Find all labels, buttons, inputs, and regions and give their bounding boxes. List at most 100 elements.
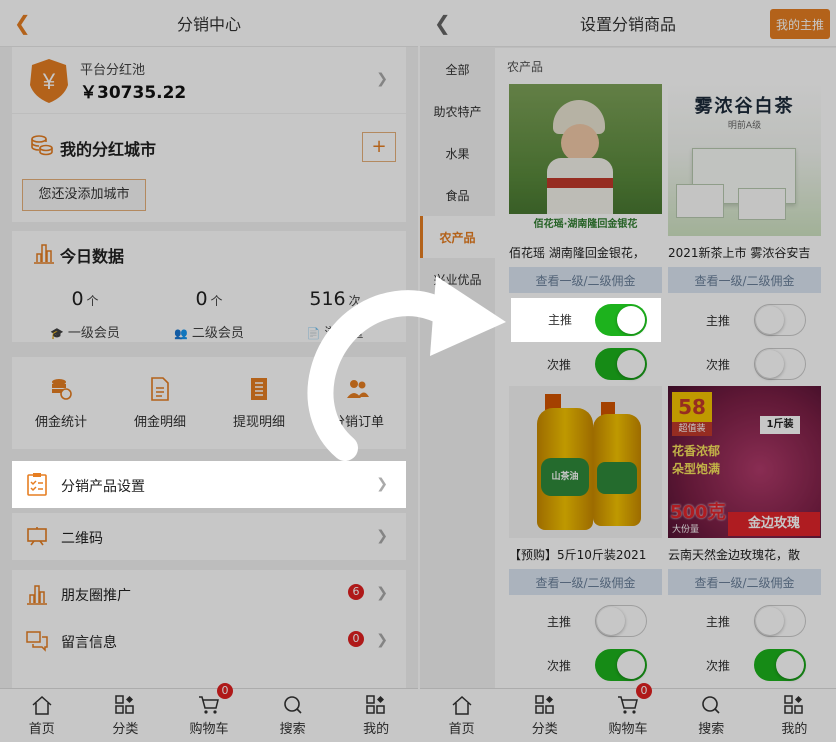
chat-bubbles-icon [26,631,48,652]
withdraw-detail-button[interactable]: 提现明细 [210,357,308,449]
tab-label: 分类 [112,721,139,737]
category-item[interactable]: 水果 [420,132,495,174]
sub-push-row: 次推 [668,649,821,681]
main-push-label: 主推 [706,615,731,629]
main-push-toggle[interactable] [595,304,647,336]
sub-push-label: 次推 [547,358,572,372]
back-chevron-icon[interactable]: ❮ [14,13,31,33]
main-push-label: 主推 [706,314,731,328]
stat-level1: 0个 🎓 一级会员 [30,288,140,341]
product-list: 农产品 佰花瑶·湖南隆回金银花 佰花瑶 湖南隆回金银花， 查看一级/二级佣金 主… [495,48,836,688]
distribution-center-screen: ❮ 分销中心 ¥ 平台分红池 ￥30735.22 ❯ 我的分红城市 + 您还没添… [0,0,418,742]
tab-label: 搜索 [279,721,306,737]
stat-label: 📄 浏览量 [306,326,364,341]
main-push-label: 主推 [548,313,573,327]
main-push-toggle[interactable] [595,605,647,637]
sub-push-label: 次推 [706,358,731,372]
stat-level2: 0个 👥 二级会员 [154,288,264,341]
view-commission-button[interactable]: 查看一级/二级佣金 [668,569,821,595]
category-grid-icon [115,694,135,714]
tab-label: 购物车 [608,721,648,737]
home-icon [32,695,52,715]
yen-glyph: ¥ [42,69,56,94]
tab-cart[interactable]: 0 购物车 [167,683,251,742]
chevron-right-icon: ❯ [376,71,388,87]
stat-value: 0 [195,288,208,310]
tab-home[interactable]: 首页 [0,689,84,742]
category-item-active[interactable]: 农产品 [420,216,495,258]
main-push-row: 主推 [668,304,821,336]
document-icon [151,376,169,401]
ledger-icon [251,377,267,400]
distribution-orders-button[interactable]: 分销订单 [309,357,407,449]
search-icon [283,695,302,714]
chevron-right-icon: ❯ [376,632,388,648]
menu-label: 朋友圈推广 [61,588,131,604]
tab-category[interactable]: 分类 [84,689,168,742]
my-featured-button[interactable]: 我的主推 [770,9,830,39]
users-icon: 👥 [174,327,188,340]
sub-push-toggle[interactable] [595,348,647,380]
category-item[interactable]: 助农特产 [420,90,495,132]
rose-price: 500克 [670,502,726,523]
image-title: 雾浓谷白茶 [694,96,795,117]
clipboard-checklist-icon [27,473,47,496]
sub-push-toggle[interactable] [754,348,806,380]
page-title: 分销中心 [176,15,241,34]
view-commission-button[interactable]: 查看一级/二级佣金 [668,267,821,293]
dividend-pool-card[interactable]: ¥ 平台分红池 ￥30735.22 ❯ [12,47,406,113]
featured-toggle-highlight: 主推 [511,298,661,342]
view-commission-button[interactable]: 查看一级/二级佣金 [509,569,662,595]
add-city-button[interactable]: + [362,132,396,162]
mine-grid-icon [784,694,804,714]
category-item[interactable]: 兴业优品 [420,258,495,300]
nav-bar: ❮ 设置分销商品 我的主推 [420,0,836,47]
category-item[interactable]: 全部 [420,48,495,90]
stat-label: 🎓 一级会员 [50,326,120,341]
sub-push-toggle[interactable] [595,649,647,681]
tab-bar: 首页 分类 0 购物车 搜索 我的 [420,683,836,742]
dividend-city-card: 我的分红城市 + 您还没添加城市 [12,114,406,222]
category-item[interactable]: 食品 [420,174,495,216]
tab-cart[interactable]: 0 购物车 [586,683,669,742]
count-badge: 6 [348,584,364,600]
product-image: 58 超值装 1斤装 花香浓郁 朵型饱满 500克 大份量 金边玫瑰 [668,386,821,538]
tab-category[interactable]: 分类 [503,689,586,742]
no-city-button[interactable]: 您还没添加城市 [22,179,146,211]
main-push-toggle[interactable] [754,605,806,637]
view-commission-button[interactable]: 查看一级/二级佣金 [509,267,662,293]
messages-row[interactable]: 留言信息 0 ❯ [12,617,406,664]
chart-bars-icon [34,244,54,264]
product-image: 山茶油 [509,386,662,538]
tab-mine[interactable]: 我的 [753,689,836,742]
main-push-toggle[interactable] [754,304,806,336]
product-card[interactable]: 山茶油 【预购】5斤10斤装2021 查看一级/二级佣金 [509,386,662,595]
back-chevron-icon[interactable]: ❮ [434,13,451,33]
nav-bar: ❮ 分销中心 [0,0,418,47]
sub-push-row: 次推 [668,348,821,380]
tab-mine[interactable]: 我的 [334,689,418,742]
commission-detail-button[interactable]: 佣金明细 [111,357,209,449]
yen-shield-icon: ¥ [30,59,68,103]
tab-search[interactable]: 搜索 [251,689,335,742]
moments-promo-row[interactable]: 朋友圈推广 6 ❯ [12,570,406,617]
city-title: 我的分红城市 [60,140,157,159]
distribution-product-settings-row[interactable]: 分销产品设置 ❯ [12,461,406,508]
views-icon: 📄 [306,327,321,340]
tab-search[interactable]: 搜索 [670,689,753,742]
tab-label: 购物车 [189,721,229,737]
tab-home[interactable]: 首页 [420,689,503,742]
cart-badge: 0 [636,683,652,699]
sub-push-toggle[interactable] [754,649,806,681]
qr-code-row[interactable]: 二维码 ❯ [12,513,406,560]
stat-unit: 个 [210,294,223,308]
stat-label: 👥 二级会员 [174,326,244,341]
menu-label: 留言信息 [61,635,117,651]
rose-price-sub: 大份量 [672,525,700,535]
product-card[interactable]: 雾浓谷白茶 明前A级 2021新茶上市 雾浓谷安吉 查看一级/二级佣金 [668,84,821,293]
commission-stats-button[interactable]: 佣金统计 [12,357,110,449]
product-card[interactable]: 佰花瑶·湖南隆回金银花 佰花瑶 湖南隆回金银花， 查看一级/二级佣金 [509,84,662,293]
rose-banner: 金边玫瑰 [728,512,820,536]
product-card[interactable]: 58 超值装 1斤装 花香浓郁 朵型饱满 500克 大份量 金边玫瑰 云南天然金… [668,386,821,595]
people-icon [347,379,369,398]
